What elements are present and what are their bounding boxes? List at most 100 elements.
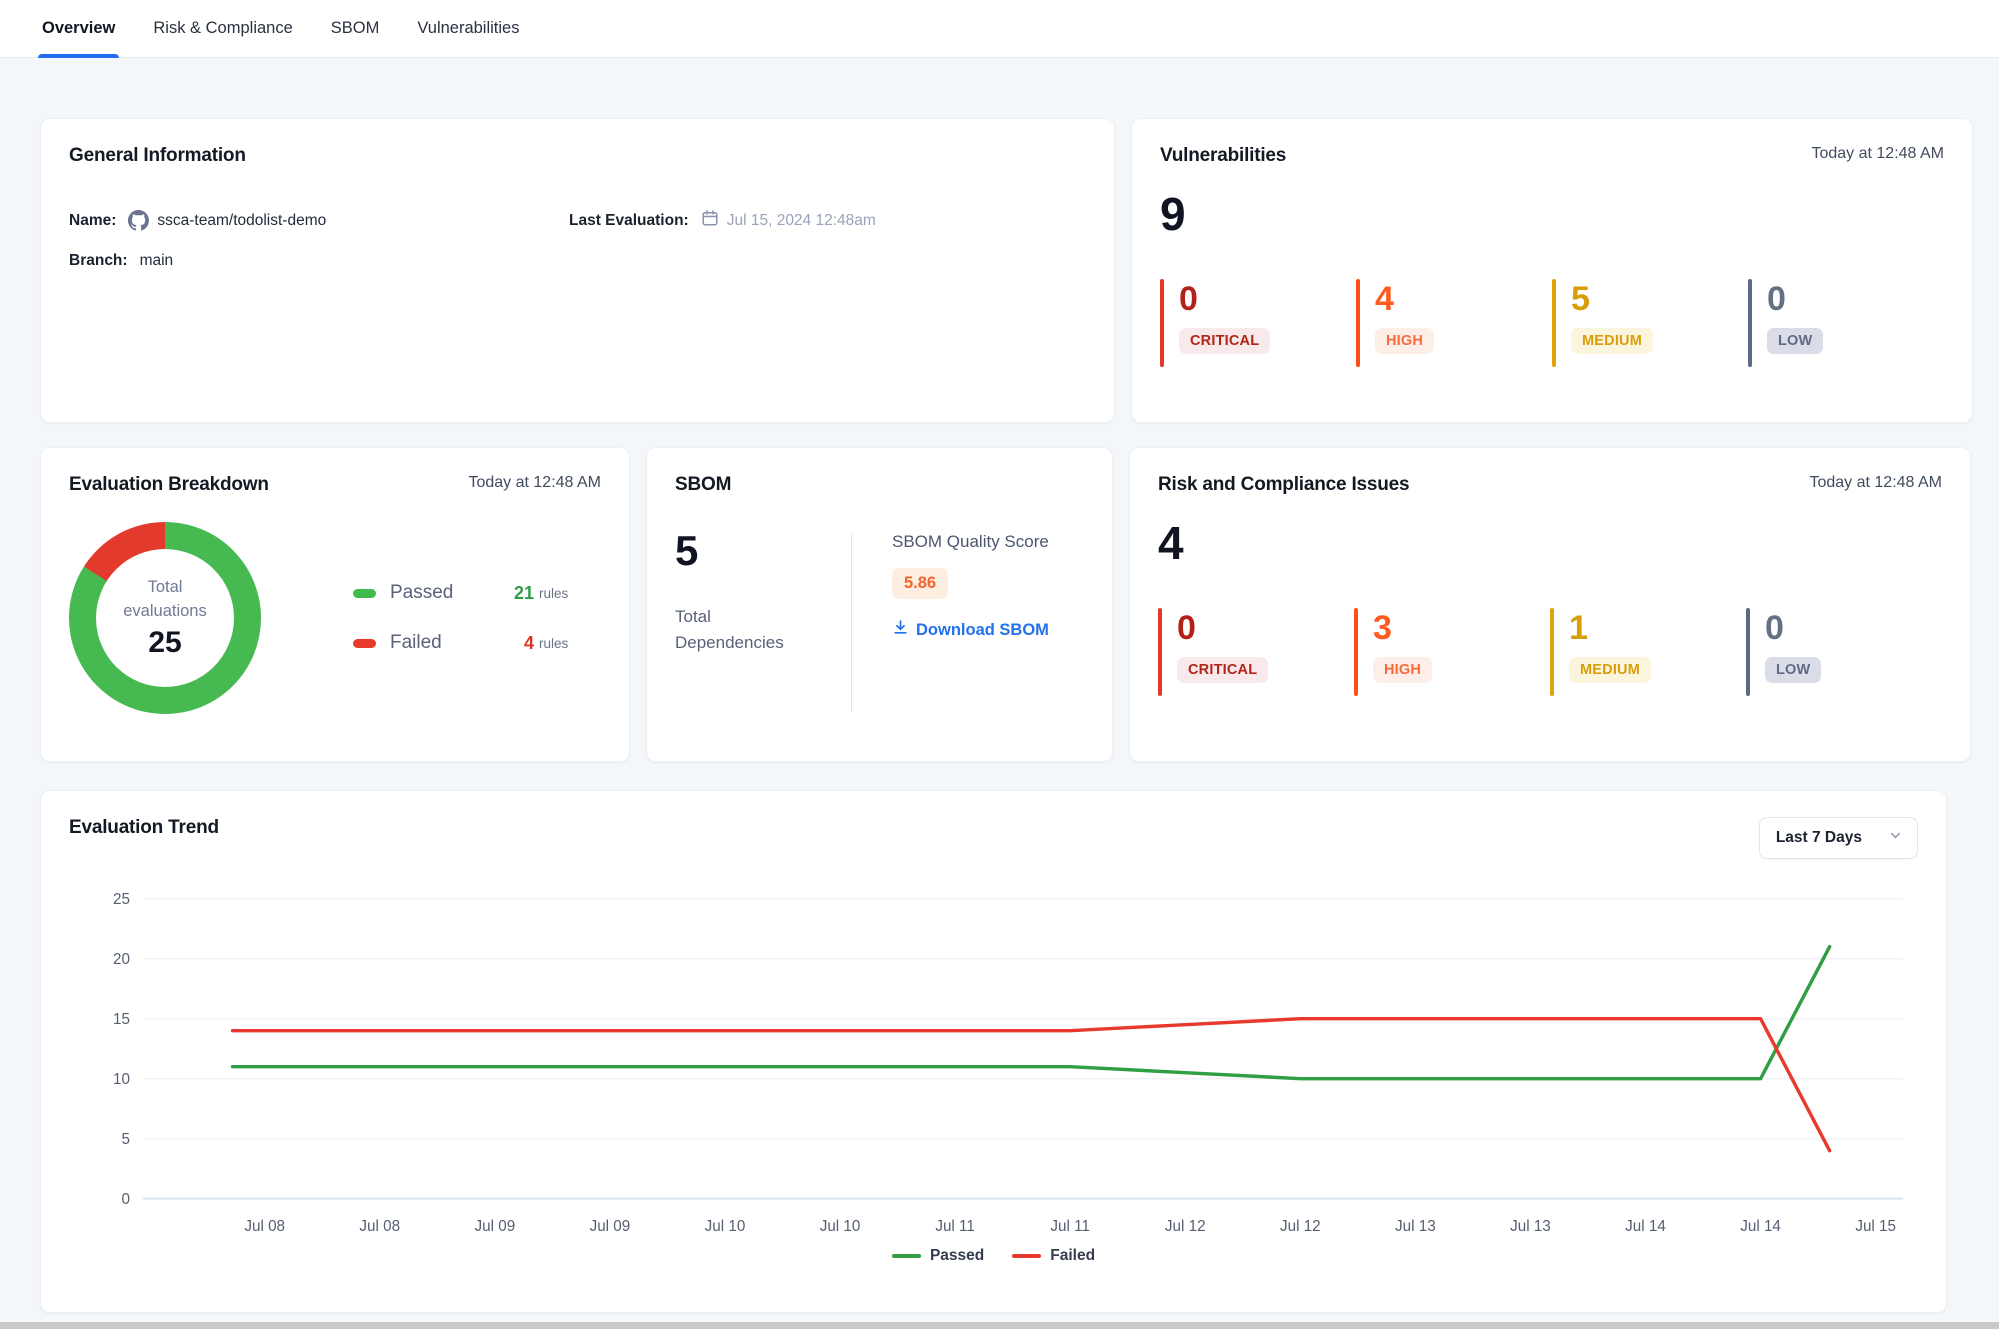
repo-name-row: Name: ssca-team/todolist-demo <box>69 209 569 232</box>
vulnerabilities-total: 9 <box>1160 191 1944 237</box>
svg-text:Jul 13: Jul 13 <box>1395 1218 1436 1235</box>
trend-legend-failed-label: Failed <box>1050 1247 1095 1265</box>
last-evaluation-row: Last Evaluation: Jul 15, 2024 12:48am <box>569 209 1086 232</box>
tab-overview[interactable]: Overview <box>40 0 117 58</box>
sbom-title: SBOM <box>675 474 731 496</box>
svg-text:15: 15 <box>113 1011 130 1028</box>
total-dependencies-count: 5 <box>675 530 851 572</box>
evaluation-breakdown-timestamp: Today at 12:48 AM <box>468 474 601 492</box>
legend-passed-unit: rules <box>539 586 568 601</box>
severity-critical: 0 CRITICAL <box>1158 608 1354 696</box>
severity-count: 3 <box>1373 610 1432 647</box>
severity-count: 4 <box>1375 281 1434 318</box>
branch-row: Branch: main <box>69 252 569 270</box>
total-dependencies-label: Total Dependencies <box>675 604 805 655</box>
svg-text:Jul 10: Jul 10 <box>705 1218 746 1235</box>
general-information-title: General Information <box>69 145 246 167</box>
vulnerabilities-title: Vulnerabilities <box>1160 145 1286 167</box>
svg-text:10: 10 <box>113 1071 130 1088</box>
severity-count: 0 <box>1179 281 1270 318</box>
failed-line-icon <box>1012 1254 1041 1258</box>
severity-bar <box>1748 279 1752 367</box>
passed-line-icon <box>892 1254 921 1258</box>
download-sbom-label: Download SBOM <box>916 621 1049 640</box>
severity-low: 0 LOW <box>1746 608 1942 696</box>
branch-label: Branch: <box>69 252 128 270</box>
svg-text:Jul 08: Jul 08 <box>359 1218 400 1235</box>
legend-failed-unit: rules <box>539 636 568 651</box>
severity-bar <box>1550 608 1554 696</box>
evaluation-trend-title: Evaluation Trend <box>69 817 219 839</box>
svg-text:Jul 09: Jul 09 <box>475 1218 516 1235</box>
evaluation-breakdown-card: Evaluation Breakdown Today at 12:48 AM T… <box>40 447 630 762</box>
risk-compliance-title: Risk and Compliance Issues <box>1158 474 1409 496</box>
last-evaluation-label: Last Evaluation: <box>569 212 689 230</box>
svg-text:Jul 14: Jul 14 <box>1740 1218 1781 1235</box>
risk-severity-row: 0 CRITICAL 3 HIGH 1 MEDIUM <box>1158 608 1942 696</box>
sbom-card: SBOM 5 Total Dependencies SBOM Quality S… <box>646 447 1113 762</box>
svg-text:0: 0 <box>121 1191 129 1208</box>
svg-text:Jul 13: Jul 13 <box>1510 1218 1551 1235</box>
download-sbom-link[interactable]: Download SBOM <box>892 619 1049 641</box>
legend-passed-label: Passed <box>390 582 498 604</box>
severity-badge: HIGH <box>1375 328 1434 354</box>
failed-pill-icon <box>353 639 376 648</box>
donut-center-label: Total evaluations <box>110 576 220 624</box>
severity-count: 1 <box>1569 610 1651 647</box>
severity-badge: LOW <box>1767 328 1823 354</box>
breakdown-legend: Passed 21 rules Failed 4 rules <box>353 582 568 654</box>
svg-text:Jul 08: Jul 08 <box>244 1218 285 1235</box>
trend-legend-failed: Failed <box>1012 1247 1095 1265</box>
severity-count: 0 <box>1765 610 1821 647</box>
donut-total: 25 <box>148 626 181 660</box>
severity-badge: LOW <box>1765 657 1821 683</box>
repo-name-value[interactable]: ssca-team/todolist-demo <box>157 212 326 230</box>
severity-bar <box>1356 279 1360 367</box>
severity-medium: 5 MEDIUM <box>1552 279 1748 367</box>
severity-badge: CRITICAL <box>1179 328 1270 354</box>
tab-sbom-label: SBOM <box>331 19 380 38</box>
trend-legend-passed: Passed <box>892 1247 984 1265</box>
risk-compliance-timestamp: Today at 12:48 AM <box>1809 474 1942 492</box>
severity-bar <box>1160 279 1164 367</box>
svg-text:Jul 11: Jul 11 <box>1050 1218 1090 1235</box>
chevron-down-icon <box>1888 828 1903 848</box>
tab-overview-label: Overview <box>42 19 115 38</box>
tab-risk-compliance-label: Risk & Compliance <box>153 19 292 38</box>
vulnerabilities-severity-row: 0 CRITICAL 4 HIGH 5 MEDIUM <box>1160 279 1944 367</box>
legend-passed-row: Passed 21 rules <box>353 582 568 604</box>
tab-sbom[interactable]: SBOM <box>329 0 382 58</box>
evaluation-breakdown-title: Evaluation Breakdown <box>69 474 269 496</box>
svg-text:Jul 12: Jul 12 <box>1280 1218 1321 1235</box>
date-range-value: Last 7 Days <box>1776 829 1862 847</box>
download-icon <box>892 619 909 641</box>
legend-failed-count: 4 <box>498 633 534 654</box>
calendar-icon <box>701 209 719 232</box>
severity-low: 0 LOW <box>1748 279 1944 367</box>
severity-high: 3 HIGH <box>1354 608 1550 696</box>
tab-vulnerabilities[interactable]: Vulnerabilities <box>415 0 521 58</box>
trend-legend-passed-label: Passed <box>930 1247 984 1265</box>
severity-badge: MEDIUM <box>1569 657 1651 683</box>
svg-text:25: 25 <box>113 891 130 908</box>
severity-badge: CRITICAL <box>1177 657 1268 683</box>
general-information-card: General Information Name: ssca-team/todo… <box>40 118 1115 423</box>
severity-count: 5 <box>1571 281 1653 318</box>
tab-risk-compliance[interactable]: Risk & Compliance <box>151 0 294 58</box>
severity-high: 4 HIGH <box>1356 279 1552 367</box>
svg-text:Jul 10: Jul 10 <box>820 1218 861 1235</box>
evaluation-trend-card: Evaluation Trend Last 7 Days 0510152025J… <box>40 790 1947 1313</box>
svg-text:Jul 09: Jul 09 <box>590 1218 631 1235</box>
risk-compliance-card: Risk and Compliance Issues Today at 12:4… <box>1129 447 1971 762</box>
evaluation-trend-chart: 0510152025Jul 08Jul 08Jul 09Jul 09Jul 10… <box>69 881 1918 1243</box>
legend-passed-count: 21 <box>498 583 534 604</box>
name-label: Name: <box>69 212 116 230</box>
svg-text:Jul 14: Jul 14 <box>1625 1218 1666 1235</box>
svg-text:5: 5 <box>121 1131 129 1148</box>
trend-legend: Passed Failed <box>69 1247 1918 1265</box>
severity-bar <box>1746 608 1750 696</box>
severity-critical: 0 CRITICAL <box>1160 279 1356 367</box>
severity-bar <box>1158 608 1162 696</box>
date-range-select[interactable]: Last 7 Days <box>1759 817 1918 859</box>
severity-bar <box>1354 608 1358 696</box>
